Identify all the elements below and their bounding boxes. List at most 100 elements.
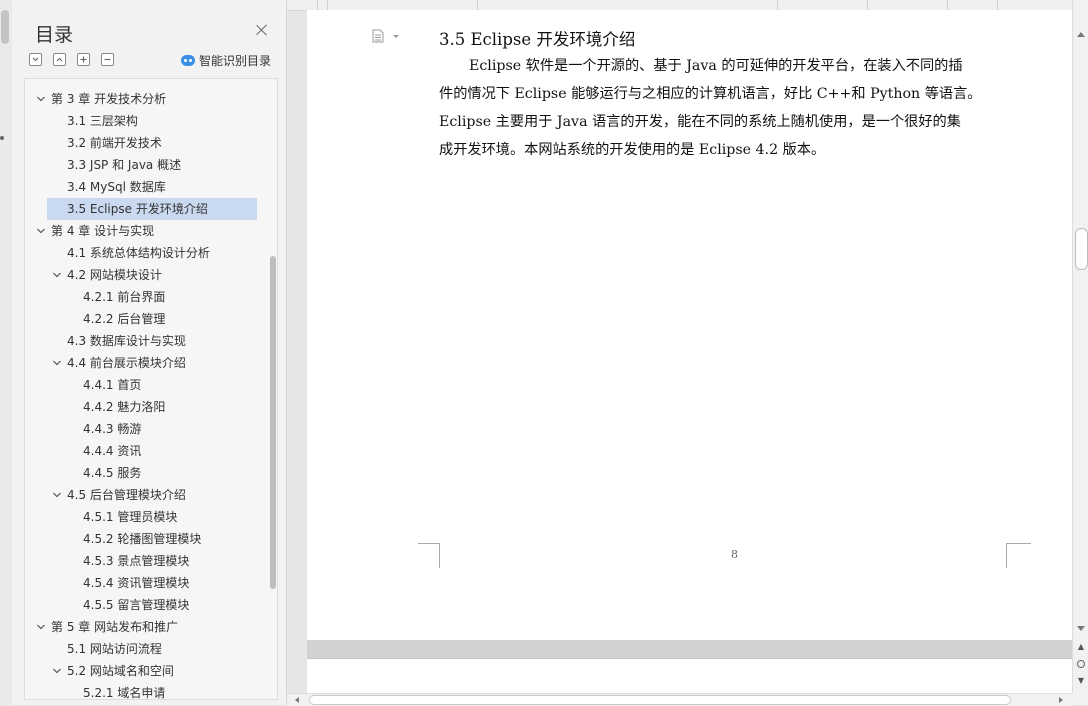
toc-toolbar (29, 53, 114, 66)
toc-item-label: 3.1 三层架构 (67, 114, 138, 128)
crop-mark-right (1006, 543, 1031, 568)
section-heading[interactable]: 3.5 Eclipse 开发环境介绍 (439, 26, 635, 50)
toc-item[interactable]: 4.5.5 留言管理模块 (25, 594, 265, 616)
toc-item[interactable]: 第 5 章 网站发布和推广 (25, 616, 265, 638)
toc-item[interactable]: 4.2 网站模块设计 (25, 264, 265, 286)
toc-item-label: 3.3 JSP 和 Java 概述 (67, 158, 182, 172)
smart-recognize-toc-button[interactable]: 智能识别目录 (181, 52, 271, 69)
toc-item[interactable]: 第 3 章 开发技术分析 (25, 88, 265, 110)
toc-item[interactable]: 4.5.2 轮播图管理模块 (25, 528, 265, 550)
toc-item-label: 第 4 章 设计与实现 (51, 224, 155, 238)
toc-item-label: 4.4.5 服务 (83, 466, 142, 480)
toc-item-label: 4.2 网站模块设计 (67, 268, 162, 282)
body-paragraph[interactable]: Eclipse 软件是一个开源的、基于 Java 的可延伸的开发平台，在装入不同… (439, 52, 1009, 164)
toc-item-label: 4.1 系统总体结构设计分析 (67, 246, 210, 260)
toc-item-label: 第 3 章 开发技术分析 (51, 92, 167, 106)
toc-item[interactable]: 4.4.3 畅游 (25, 418, 265, 440)
horizontal-scroll-thumb[interactable] (309, 695, 1011, 705)
scrollbar-corner (1072, 693, 1088, 705)
toc-item-label: 5.2 网站域名和空间 (67, 664, 174, 678)
toc-item[interactable]: 5.1 网站访问流程 (25, 638, 265, 660)
close-icon[interactable] (254, 22, 270, 38)
toc-item[interactable]: 4.2.1 前台界面 (25, 286, 265, 308)
ruler-tick (777, 0, 778, 10)
chevron-down-icon[interactable] (53, 271, 61, 279)
toc-item-label: 3.4 MySql 数据库 (67, 180, 166, 194)
paragraph-menu-icon[interactable] (372, 28, 384, 43)
toc-item[interactable]: 3.5 Eclipse 开发环境介绍 (25, 198, 265, 220)
toc-item[interactable]: 4.2.2 后台管理 (25, 308, 265, 330)
toc-item[interactable]: 4.5.1 管理员模块 (25, 506, 265, 528)
chevron-down-icon[interactable] (53, 667, 61, 675)
toc-item[interactable]: 4.4 前台展示模块介绍 (25, 352, 265, 374)
toc-item[interactable]: 5.2 网站域名和空间 (25, 660, 265, 682)
paragraph-menu-dropdown-icon[interactable] (393, 35, 399, 38)
smart-recognize-label: 智能识别目录 (199, 54, 272, 68)
scroll-down-icon[interactable] (1077, 626, 1085, 631)
toc-item-label: 5.1 网站访问流程 (67, 642, 162, 656)
toc-item[interactable]: 3.4 MySql 数据库 (25, 176, 265, 198)
toc-item[interactable]: 4.1 系统总体结构设计分析 (25, 242, 265, 264)
ruler-tick (997, 0, 998, 10)
toc-item-label: 4.5.4 资讯管理模块 (83, 576, 190, 590)
toc-item[interactable]: 5.2.1 域名申请 (25, 682, 265, 700)
horizontal-scrollbar[interactable] (287, 693, 1072, 706)
toc-item[interactable]: 3.3 JSP 和 Java 概述 (25, 154, 265, 176)
crop-mark-left (418, 543, 440, 568)
chevron-down-icon[interactable] (53, 491, 61, 499)
toc-item-label: 4.5 后台管理模块介绍 (67, 488, 186, 502)
toc-item-label: 5.2.1 域名申请 (83, 686, 166, 700)
left-strip-scroll-thumb[interactable] (1, 10, 9, 44)
toc-item[interactable]: 4.4.2 魅力洛阳 (25, 396, 265, 418)
paragraph-line: 件的情况下 Eclipse 能够运行与之相应的计算机语言，好比 C++和 Pyt… (439, 86, 982, 102)
scroll-right-icon[interactable] (1059, 697, 1063, 703)
toc-item[interactable]: 3.1 三层架构 (25, 110, 265, 132)
toc-item[interactable]: 4.5.3 景点管理模块 (25, 550, 265, 572)
next-page[interactable] (307, 658, 1072, 693)
scroll-up-icon[interactable] (1077, 32, 1085, 37)
toc-item[interactable]: 4.5.4 资讯管理模块 (25, 572, 265, 594)
select-browse-object-icon[interactable] (1077, 660, 1085, 668)
chevron-down-icon[interactable] (53, 359, 61, 367)
next-page-icon[interactable]: ▼ (1076, 676, 1086, 686)
toc-item[interactable]: 第 4 章 设计与实现 (25, 220, 265, 242)
remove-heading-icon[interactable] (101, 53, 114, 66)
toc-item-label: 4.5.1 管理员模块 (83, 510, 178, 524)
chevron-down-icon[interactable] (37, 95, 45, 103)
add-heading-icon[interactable] (77, 53, 90, 66)
toc-item-label: 4.4.4 资讯 (83, 444, 142, 458)
scroll-left-icon[interactable] (295, 697, 299, 703)
ruler-tick (327, 0, 328, 10)
previous-page-icon[interactable]: ▲ (1076, 642, 1086, 652)
toc-item[interactable]: 4.4.1 首页 (25, 374, 265, 396)
toc-item[interactable]: 4.3 数据库设计与实现 (25, 330, 265, 352)
paragraph-line: 成开发环境。本网站系统的开发使用的是 Eclipse 4.2 版本。 (439, 142, 826, 158)
ruler-tick (947, 0, 948, 10)
toc-title: 目录 (35, 24, 74, 46)
toc-scrollbar-thumb[interactable] (270, 256, 276, 589)
paragraph-line: Eclipse 主要用于 Java 语言的开发，能在不同的系统上随机使用，是一个… (439, 114, 961, 130)
toc-item-label: 4.2.1 前台界面 (83, 290, 166, 304)
chevron-down-icon[interactable] (37, 623, 45, 631)
toc-item-label: 4.5.3 景点管理模块 (83, 554, 190, 568)
toc-item-label: 4.5.2 轮播图管理模块 (83, 532, 202, 546)
toc-item-label: 4.5.5 留言管理模块 (83, 598, 190, 612)
toc-item-label: 4.4.2 魅力洛阳 (83, 400, 166, 414)
toc-item[interactable]: 4.4.5 服务 (25, 462, 265, 484)
expand-all-icon[interactable] (53, 53, 66, 66)
toc-item[interactable]: 4.4.4 资讯 (25, 440, 265, 462)
document-page[interactable]: 3.5 Eclipse 开发环境介绍 Eclipse 软件是一个开源的、基于 J… (307, 10, 1072, 640)
toc-item-label: 4.4.3 畅游 (83, 422, 142, 436)
toc-item-label: 4.4.1 首页 (83, 378, 142, 392)
toc-panel: 目录 智能识别目录 第 3 章 开发技术分析 3.1 三层架构 3.2 前端开发技术… (12, 0, 287, 705)
toc-item-label: 4.4 前台展示模块介绍 (67, 356, 186, 370)
collapse-all-icon[interactable] (29, 53, 42, 66)
toc-item[interactable]: 3.2 前端开发技术 (25, 132, 265, 154)
vertical-scrollbar[interactable]: ▲ ▼ (1072, 0, 1088, 693)
vertical-scroll-thumb[interactable] (1075, 228, 1088, 270)
page-number: 8 (731, 548, 738, 561)
toc-item-label: 4.3 数据库设计与实现 (67, 334, 186, 348)
chevron-down-icon[interactable] (37, 227, 45, 235)
toc-item[interactable]: 4.5 后台管理模块介绍 (25, 484, 265, 506)
toc-item-label: 4.2.2 后台管理 (83, 312, 166, 326)
